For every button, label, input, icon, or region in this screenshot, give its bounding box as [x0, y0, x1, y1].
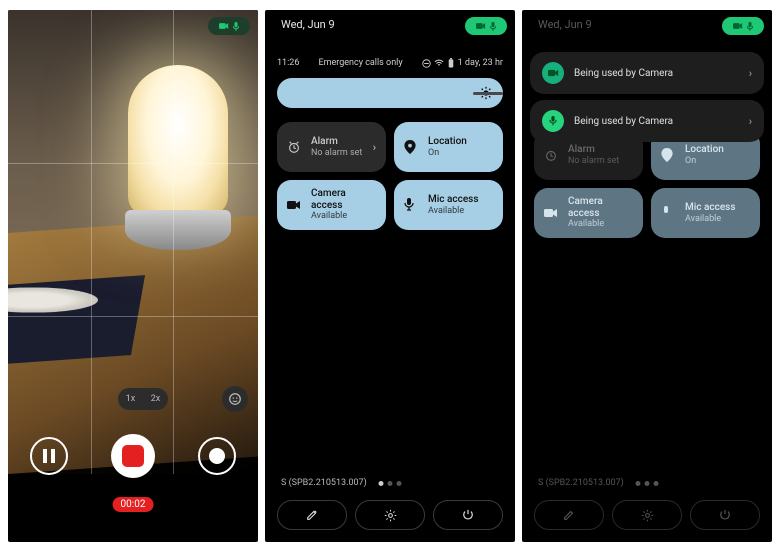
- scene-lamp-base: [125, 210, 231, 250]
- face-retouch-button[interactable]: [222, 386, 248, 412]
- tile-title: Mic access: [685, 202, 735, 214]
- settings-button[interactable]: [355, 500, 425, 530]
- wifi-icon: [434, 59, 444, 67]
- status-pill-recording[interactable]: [208, 17, 250, 35]
- alarm-icon: [544, 148, 560, 162]
- zoom-2x[interactable]: 2x: [151, 394, 161, 404]
- camera-icon: [287, 200, 303, 210]
- status-battery-text: 1 day, 23 hr: [458, 58, 503, 68]
- tile-title: Location: [428, 136, 467, 148]
- power-button[interactable]: [690, 500, 760, 530]
- tile-sub: Available: [311, 211, 376, 221]
- brightness-track: [473, 92, 503, 95]
- dnd-icon: [422, 59, 431, 68]
- zoom-selector[interactable]: 1x 2x: [118, 388, 168, 410]
- pencil-icon: [306, 509, 318, 521]
- camera-icon: [544, 208, 560, 218]
- tile-title: Camera access: [568, 196, 633, 219]
- camera-controls: [8, 432, 258, 480]
- power-icon: [719, 509, 731, 521]
- phone-camera: 1x 2x 00:02: [8, 10, 258, 542]
- grid-line: [91, 10, 92, 474]
- tile-camera-access[interactable]: Camera accessAvailable: [277, 180, 386, 230]
- page-indicator: [636, 481, 659, 486]
- notification-camera[interactable]: Being used by Camera ›: [530, 52, 764, 94]
- power-button[interactable]: [433, 500, 503, 530]
- tile-title: Alarm: [311, 136, 362, 148]
- grid-line: [173, 10, 174, 474]
- grid-line: [8, 316, 258, 317]
- status-date: Wed, Jun 9: [281, 18, 335, 31]
- qs-bottom-row: [277, 500, 503, 530]
- tile-mic-access[interactable]: Mic accessAvailable: [651, 188, 760, 238]
- stop-icon: [122, 445, 144, 467]
- tile-sub: No alarm set: [311, 148, 362, 158]
- recording-timer: 00:02: [113, 497, 154, 512]
- chevron-right-icon: ›: [749, 67, 752, 80]
- tile-sub: On: [685, 156, 724, 166]
- location-icon: [661, 148, 677, 162]
- camera-indicator-icon: [476, 22, 486, 30]
- tile-camera-access[interactable]: Camera accessAvailable: [534, 188, 643, 238]
- mic-indicator-icon: [490, 22, 496, 31]
- notification-text: Being used by Camera: [574, 68, 673, 79]
- record-stop-button[interactable]: [111, 434, 155, 478]
- mic-indicator-icon: [747, 22, 753, 31]
- phone-quicksettings-dimmed: Wed, Jun 9 AlarmNo alarm set LocationOn …: [522, 10, 772, 542]
- build-number: S (SPB2.210513.007): [538, 478, 624, 488]
- mic-icon: [404, 198, 420, 212]
- edit-button[interactable]: [277, 500, 347, 530]
- settings-button[interactable]: [612, 500, 682, 530]
- brightness-slider[interactable]: [277, 78, 503, 108]
- tile-mic-access[interactable]: Mic accessAvailable: [394, 180, 503, 230]
- alarm-icon: [287, 140, 303, 154]
- pause-button[interactable]: [30, 437, 68, 475]
- tile-title: Mic access: [428, 194, 478, 206]
- gear-icon: [384, 509, 397, 522]
- status-time: 11:26: [277, 58, 299, 68]
- tile-location[interactable]: LocationOn: [394, 122, 503, 172]
- chevron-right-icon: ›: [373, 141, 376, 154]
- qs-bottom-row: [534, 500, 760, 530]
- build-number: S (SPB2.210513.007): [281, 478, 367, 488]
- grid-line: [8, 163, 258, 164]
- status-pill-active[interactable]: [722, 17, 764, 35]
- tile-alarm[interactable]: AlarmNo alarm set ›: [277, 122, 386, 172]
- status-row: 11:26 Emergency calls only 1 day, 23 hr: [277, 58, 503, 68]
- camera-indicator-icon: [219, 22, 229, 30]
- page-indicator: [379, 481, 402, 486]
- tile-sub: Available: [428, 206, 478, 216]
- mic-indicator-icon: [233, 22, 239, 31]
- circle-icon: [209, 448, 225, 464]
- notification-mic[interactable]: Being used by Camera ›: [530, 100, 764, 142]
- qs-tiles: AlarmNo alarm set › LocationOn Camera ac…: [277, 122, 503, 230]
- tile-title: Camera access: [311, 188, 376, 211]
- status-date: Wed, Jun 9: [538, 18, 592, 31]
- tile-sub: No alarm set: [568, 156, 619, 166]
- face-icon: [228, 392, 242, 406]
- battery-icon: [447, 58, 455, 68]
- mic-icon: [542, 110, 564, 132]
- tile-sub: On: [428, 148, 467, 158]
- chevron-right-icon: ›: [749, 115, 752, 128]
- phone-quicksettings: Wed, Jun 9 11:26 Emergency calls only 1 …: [265, 10, 515, 542]
- notification-stack: Being used by Camera › Being used by Cam…: [530, 52, 764, 148]
- tile-sub: Available: [568, 219, 633, 229]
- notification-text: Being used by Camera: [574, 116, 673, 127]
- pause-icon: [43, 449, 55, 463]
- zoom-1x[interactable]: 1x: [126, 394, 136, 404]
- gear-icon: [641, 509, 654, 522]
- mic-icon: [661, 206, 677, 220]
- status-pill-active[interactable]: [465, 17, 507, 35]
- camera-icon: [542, 62, 564, 84]
- edit-button[interactable]: [534, 500, 604, 530]
- status-emergency: Emergency calls only: [318, 58, 402, 68]
- location-icon: [404, 140, 420, 154]
- camera-indicator-icon: [733, 22, 743, 30]
- capture-still-button[interactable]: [198, 437, 236, 475]
- tile-sub: Available: [685, 214, 735, 224]
- pencil-icon: [563, 509, 575, 521]
- power-icon: [462, 509, 474, 521]
- scene-lamp: [128, 65, 228, 215]
